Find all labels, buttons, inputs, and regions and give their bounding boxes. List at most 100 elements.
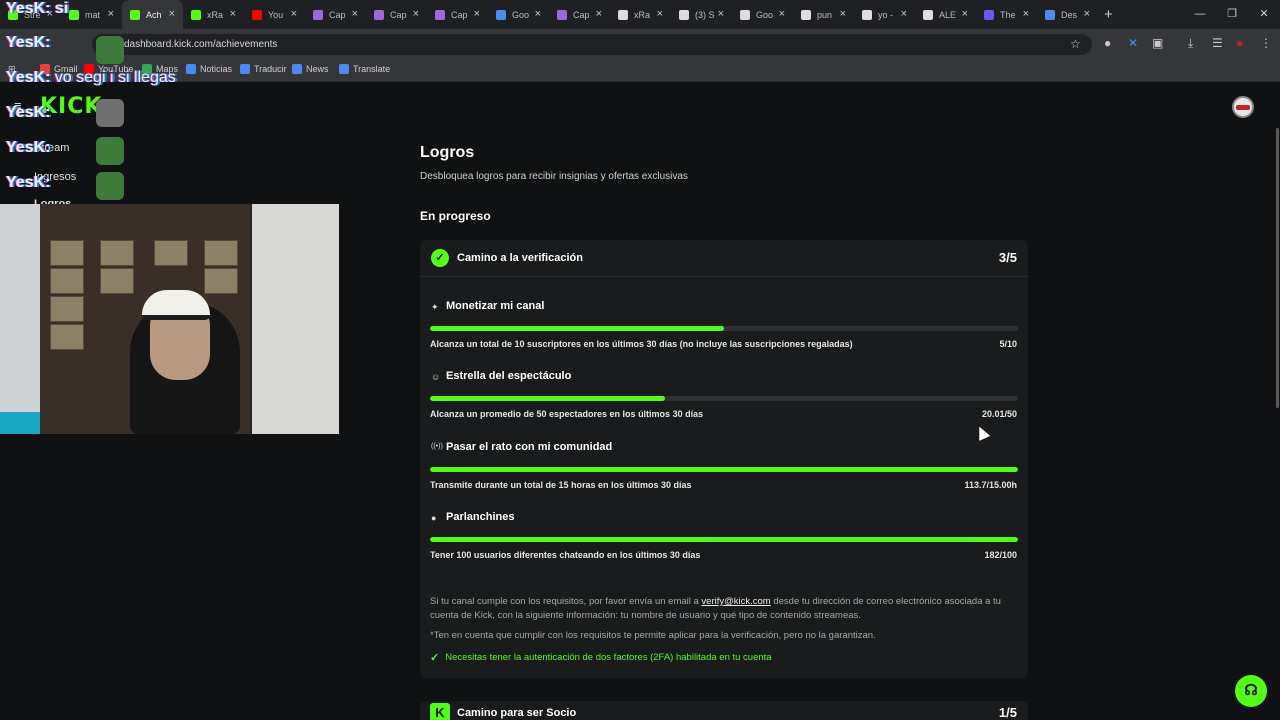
- browser-tab[interactable]: (3) S ×: [671, 0, 732, 29]
- tab-close-icon[interactable]: ×: [962, 8, 968, 20]
- tab-close-icon[interactable]: ×: [657, 8, 663, 20]
- browser-tab[interactable]: Ach ×: [122, 0, 183, 29]
- verification-count: 3/5: [998, 250, 1017, 265]
- tab-close-icon[interactable]: ×: [840, 8, 846, 20]
- emote-image: [96, 36, 124, 64]
- tab-label: The: [1000, 9, 1016, 20]
- tab-favicon-icon: [191, 9, 201, 20]
- browser-tab[interactable]: The ×: [976, 0, 1037, 29]
- webcam-poster: [50, 324, 84, 350]
- new-tab-button[interactable]: +: [1104, 6, 1113, 23]
- goal-title: Parlanchines: [446, 511, 515, 523]
- page-scrollbar[interactable]: [1276, 128, 1279, 408]
- browser-tab[interactable]: xRa ×: [183, 0, 244, 29]
- browser-tab[interactable]: xRa ×: [610, 0, 671, 29]
- browser-tab[interactable]: Cap ×: [427, 0, 488, 29]
- tab-favicon-icon: [69, 9, 79, 20]
- browser-tab[interactable]: mat ×: [61, 0, 122, 29]
- tab-label: (3) S: [695, 9, 715, 20]
- browser-tab[interactable]: Cap ×: [549, 0, 610, 29]
- tab-favicon-icon: [618, 9, 628, 20]
- reading-list-icon[interactable]: ☰: [1212, 36, 1223, 50]
- section-title: En progreso: [420, 209, 491, 223]
- tab-close-icon[interactable]: ×: [169, 8, 175, 20]
- address-toolbar: dashboard.kick.com/achievements ☆: [0, 29, 1280, 59]
- tab-close-icon[interactable]: ×: [474, 8, 480, 20]
- verify-email-link[interactable]: verify@kick.com: [701, 596, 770, 607]
- goal-description: Alcanza un total de 10 suscriptores en l…: [430, 339, 853, 349]
- url-field[interactable]: dashboard.kick.com/achievements: [92, 34, 1092, 55]
- verification-card-header[interactable]: ✓ Camino a la verificación 3/5: [420, 240, 1028, 277]
- close-window-button[interactable]: ✕: [1248, 0, 1280, 29]
- minimize-button[interactable]: —: [1184, 0, 1216, 29]
- goal-description: Tener 100 usuarios diferentes chateando …: [430, 550, 701, 560]
- verification-card: ✓ Camino a la verificación 3/5 ✦ Monetiza…: [420, 240, 1028, 678]
- user-avatar[interactable]: [1232, 96, 1254, 118]
- chat-message: YesK:: [6, 34, 51, 51]
- tab-close-icon[interactable]: ×: [108, 8, 114, 20]
- tab-label: Cap: [390, 9, 407, 20]
- bookmark-star-icon[interactable]: ☆: [1070, 37, 1081, 51]
- goal-value: 5/10: [999, 339, 1017, 349]
- webcam-poster: [154, 240, 188, 266]
- goal-progress-bar: [430, 326, 1018, 331]
- tab-close-icon[interactable]: ×: [1023, 8, 1029, 20]
- verification-title: Camino a la verificación: [457, 252, 583, 264]
- menu-kebab-icon[interactable]: ⋮: [1260, 36, 1272, 50]
- browser-tab[interactable]: Goo ×: [488, 0, 549, 29]
- page-subtitle: Desbloquea logros para recibir insignias…: [420, 171, 688, 182]
- tab-favicon-icon: [313, 9, 323, 20]
- broadcast-icon: ((•)): [431, 443, 443, 450]
- tab-close-icon[interactable]: ×: [718, 8, 724, 20]
- tab-label: Ach: [146, 9, 162, 20]
- tab-close-icon[interactable]: ×: [291, 8, 297, 20]
- browser-tab[interactable]: Goo ×: [732, 0, 793, 29]
- browser-tab[interactable]: pun ×: [793, 0, 854, 29]
- verification-disclaimer: *Ten en cuenta que cumplir con los requi…: [430, 630, 876, 641]
- partner-count: 1/5: [998, 705, 1017, 720]
- emote-image: [96, 137, 124, 165]
- browser-tab[interactable]: yo - ×: [854, 0, 915, 29]
- bookmarks-bar: ⊞ Gmail YouTube Maps Noticias Traducir N…: [0, 59, 1280, 82]
- chat-message: YesK: vo segi i si llegas: [6, 69, 176, 86]
- download-icon[interactable]: ⤓: [1188, 36, 1193, 51]
- profile-avatar-icon[interactable]: ●: [1236, 36, 1243, 50]
- goal-value: 20.01/50: [981, 409, 1017, 419]
- goal-progress-fill: [430, 396, 666, 401]
- tab-close-icon[interactable]: ×: [1084, 8, 1090, 20]
- tab-close-icon[interactable]: ×: [901, 8, 907, 20]
- bookmark-translate[interactable]: Translate: [339, 64, 390, 74]
- tab-close-icon[interactable]: ×: [596, 8, 602, 20]
- tab-label: pun: [817, 9, 833, 20]
- browser-tab[interactable]: You ×: [244, 0, 305, 29]
- webcam-poster: [50, 296, 84, 322]
- extension-icon[interactable]: ✕: [1128, 36, 1138, 50]
- webcam-poster: [204, 240, 238, 266]
- bookmark-noticias[interactable]: Noticias: [186, 64, 232, 74]
- tab-close-icon[interactable]: ×: [779, 8, 785, 20]
- tab-close-icon[interactable]: ×: [230, 8, 236, 20]
- tab-favicon-icon: [679, 9, 689, 20]
- tab-favicon-icon: [801, 9, 811, 20]
- browser-tab[interactable]: Cap ×: [366, 0, 427, 29]
- tab-label: mat: [85, 9, 101, 20]
- captain-hat: [142, 290, 210, 320]
- browser-tab[interactable]: ALE ×: [915, 0, 976, 29]
- bookmark-traducir[interactable]: Traducir: [240, 64, 287, 74]
- browser-tab[interactable]: Cap ×: [305, 0, 366, 29]
- bookmark-news[interactable]: News: [292, 64, 329, 74]
- help-chat-button[interactable]: ☊: [1235, 675, 1267, 707]
- maximize-button[interactable]: ❐: [1216, 0, 1248, 29]
- tab-list: Stre × mat × Ach × xRa × You × Cap × Cap × Cap × Goo × Cap…: [0, 0, 1098, 29]
- tab-label: You: [268, 9, 284, 20]
- tab-close-icon[interactable]: ×: [535, 8, 541, 20]
- chat-message: YesK:: [6, 104, 51, 121]
- goal-description: Alcanza un promedio de 50 espectadores e…: [430, 409, 704, 419]
- tab-favicon-icon: [374, 9, 384, 20]
- tab-close-icon[interactable]: ×: [413, 8, 419, 20]
- partner-card[interactable]: K Camino para ser Socio 1/5: [420, 701, 1028, 720]
- extension-icon[interactable]: ●: [1104, 36, 1111, 50]
- browser-tab[interactable]: Des ×: [1037, 0, 1098, 29]
- tab-close-icon[interactable]: ×: [352, 8, 358, 20]
- puzzle-icon[interactable]: ▣: [1152, 36, 1163, 50]
